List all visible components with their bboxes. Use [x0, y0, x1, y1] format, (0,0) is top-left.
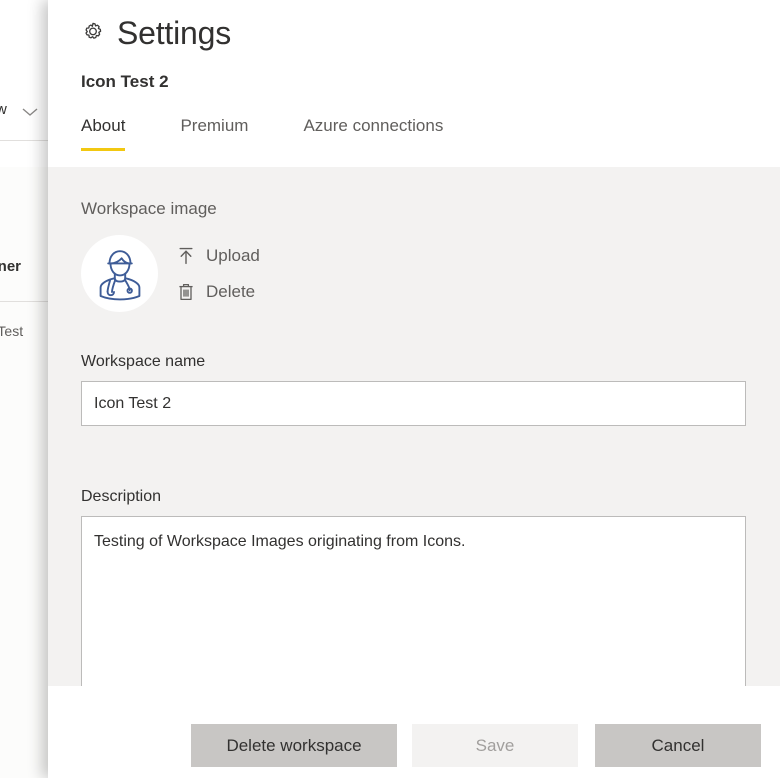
description-label: Description	[81, 488, 162, 505]
tab-azure-connections-label: Azure connections	[303, 116, 444, 135]
workspace-name-input[interactable]	[81, 381, 746, 426]
background-toolbar: w	[0, 0, 48, 131]
delete-workspace-button[interactable]: Delete workspace	[191, 724, 397, 767]
workspace-image-label: Workspace image	[81, 199, 217, 218]
avatar	[81, 235, 158, 312]
background-divider-2	[0, 301, 48, 302]
gear-icon	[85, 22, 102, 39]
panel-subtitle: Icon Test 2	[81, 72, 169, 91]
background-divider	[0, 140, 48, 141]
tab-premium-label: Premium	[180, 116, 249, 135]
tab-list: About Premium Azure connections	[81, 116, 443, 151]
settings-panel: Settings Icon Test 2 About Premium Azure…	[48, 0, 780, 778]
panel-header: Settings Icon Test 2 About Premium Azure…	[48, 0, 780, 167]
background-column-header-owner: wner	[0, 258, 22, 275]
delete-image-label: Delete	[206, 281, 256, 301]
tab-about-label: About	[81, 116, 126, 135]
panel-title-row: Settings	[80, 14, 231, 52]
upload-button[interactable]: Upload	[177, 246, 260, 266]
settings-screen: w wner n Test Settings Icon Test 2	[0, 0, 780, 778]
workspace-name-label: Workspace name	[81, 353, 206, 370]
workspace-image-actions: Upload Delete	[177, 246, 260, 302]
save-button[interactable]: Save	[412, 724, 578, 767]
panel-body: Workspace image Upload Delete Workspace …	[48, 167, 780, 686]
upload-label: Upload	[206, 245, 260, 265]
page-title: Settings	[117, 15, 232, 51]
description-textarea[interactable]	[81, 516, 746, 686]
background-table-cell-name: n Test	[0, 323, 24, 339]
delete-image-button[interactable]: Delete	[177, 282, 260, 302]
background-page: w wner n Test	[0, 0, 48, 778]
upload-arrow-icon	[179, 247, 193, 264]
trash-icon	[179, 283, 193, 300]
workspace-image-row: Upload Delete	[81, 235, 260, 312]
background-toolbar-label: w	[0, 101, 7, 118]
cancel-button[interactable]: Cancel	[595, 724, 761, 767]
panel-footer: Delete workspace Save Cancel	[48, 686, 780, 778]
tab-premium[interactable]: Premium	[180, 116, 248, 151]
doctor-avatar-icon	[99, 249, 140, 300]
tab-about[interactable]: About	[81, 116, 126, 151]
tab-azure-connections[interactable]: Azure connections	[303, 116, 443, 151]
chevron-down-icon[interactable]	[22, 107, 38, 117]
